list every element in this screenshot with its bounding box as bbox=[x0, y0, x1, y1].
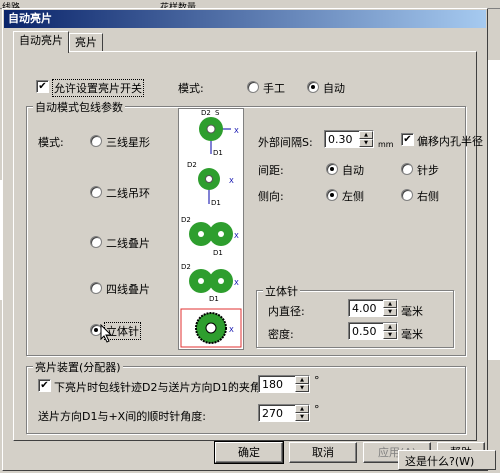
preview-d2-label-3: D2 bbox=[181, 216, 191, 224]
auto-sequin-dialog: 自动亮片 自动亮片 亮片 ✔ 允许设置亮片开关 模式: 手工 自动 自动模式包线… bbox=[2, 8, 488, 471]
outer-spacing-unit: mm bbox=[378, 140, 394, 149]
preview-d1-label-4: D1 bbox=[209, 295, 219, 303]
preview-s-label: S bbox=[215, 109, 220, 117]
inner-diameter-spinbox[interactable]: 4.00 ▲ ▼ bbox=[348, 299, 398, 317]
spin-down-icon[interactable]: ▼ bbox=[383, 308, 397, 316]
preview-x-label-3: X bbox=[234, 232, 239, 240]
preview-x-label-5: X bbox=[229, 326, 234, 334]
gap-auto-label: 自动 bbox=[342, 164, 364, 177]
shape-two-line-stack-label: 二线叠片 bbox=[106, 237, 150, 250]
spin-up-icon[interactable]: ▲ bbox=[295, 376, 309, 384]
angle-d1-x-spinbox[interactable]: 270 ▲ ▼ bbox=[258, 404, 310, 422]
density-label: 密度: bbox=[268, 328, 294, 341]
spin-up-icon[interactable]: ▲ bbox=[359, 131, 373, 139]
preview-two-line-ring: D2 D1 X bbox=[187, 161, 234, 207]
background-pane bbox=[488, 60, 500, 360]
spin-up-icon[interactable]: ▲ bbox=[383, 323, 397, 331]
angle-d2-d1-label: 下亮片时包线针迹D2与送片方向D1的夹角: bbox=[54, 381, 265, 394]
angle-d2-d1-unit: ° bbox=[314, 374, 320, 387]
preview-x-label-4: X bbox=[234, 279, 239, 287]
enable-sequin-label: 允许设置亮片开关 bbox=[52, 79, 144, 97]
preview-x-label-2: X bbox=[229, 177, 234, 185]
spin-up-icon[interactable]: ▲ bbox=[383, 300, 397, 308]
outer-spacing-label: 外部间隔S: bbox=[258, 136, 313, 149]
shape-two-line-ring-label: 二线吊环 bbox=[106, 187, 150, 200]
preview-two-line-stack: D2 D1 X bbox=[181, 216, 239, 257]
preview-d1-label-3: D1 bbox=[213, 249, 223, 257]
angle-d1-x-label: 送片方向D1与+X间的顺时针角度: bbox=[38, 410, 206, 423]
side-left-label: 左侧 bbox=[342, 190, 364, 203]
angle-d2-d1-spinbox[interactable]: 180 ▲ ▼ bbox=[258, 375, 310, 393]
density-unit: 毫米 bbox=[401, 328, 423, 341]
spin-up-icon[interactable]: ▲ bbox=[295, 405, 309, 413]
shape-four-line-stack-label: 四线叠片 bbox=[106, 283, 150, 296]
side-label: 侧向: bbox=[258, 190, 284, 203]
tab-page-auto-sequin: ✔ 允许设置亮片开关 模式: 手工 自动 自动模式包线参数 模式: 三线星形 二… bbox=[13, 51, 483, 441]
spin-down-icon[interactable]: ▼ bbox=[295, 384, 309, 392]
gap-step-label: 针步 bbox=[417, 164, 439, 177]
shape-label: 模式: bbox=[38, 136, 64, 149]
mode-auto-radio[interactable] bbox=[307, 81, 319, 93]
preview-d1-label: D1 bbox=[213, 149, 223, 157]
preview-d2-label-2: D2 bbox=[187, 161, 197, 169]
side-right-label: 右侧 bbox=[417, 190, 439, 203]
tab-sequin[interactable]: 亮片 bbox=[69, 33, 103, 52]
shape-two-line-stack-radio[interactable] bbox=[90, 236, 102, 248]
enable-sequin-checkbox[interactable]: ✔ bbox=[36, 80, 49, 93]
stereo-stitch-group-title: 立体针 bbox=[263, 283, 300, 299]
cancel-button[interactable]: 取消 bbox=[289, 442, 357, 463]
gap-auto-radio[interactable] bbox=[326, 163, 338, 175]
spin-down-icon[interactable]: ▼ bbox=[383, 331, 397, 339]
ok-button[interactable]: 确定 bbox=[214, 441, 284, 464]
angle-d1-x-value: 270 bbox=[262, 407, 283, 420]
preview-four-line-stack: D2 D1 X bbox=[181, 263, 239, 303]
side-left-radio[interactable] bbox=[326, 189, 338, 201]
preview-d2-label: D2 bbox=[201, 109, 211, 117]
preview-x-label: X bbox=[234, 127, 239, 135]
shape-four-line-stack-radio[interactable] bbox=[90, 282, 102, 294]
density-spinbox[interactable]: 0.50 ▲ ▼ bbox=[348, 322, 398, 340]
outer-spacing-spinbox[interactable]: 0.30 ▲ ▼ bbox=[324, 130, 374, 148]
tab-auto-sequin[interactable]: 自动亮片 bbox=[13, 31, 69, 53]
density-value: 0.50 bbox=[352, 325, 377, 338]
mode-auto-label: 自动 bbox=[323, 82, 345, 95]
spin-down-icon[interactable]: ▼ bbox=[359, 139, 373, 147]
shape-three-line-star-radio[interactable] bbox=[90, 135, 102, 147]
side-right-radio[interactable] bbox=[401, 189, 413, 201]
offset-inner-radius-label: 偏移内孔半径 bbox=[417, 135, 483, 148]
sequin-device-group-title: 亮片装置(分配器) bbox=[33, 359, 123, 375]
shape-three-line-star-label: 三线星形 bbox=[106, 136, 150, 149]
dialog-title: 自动亮片 bbox=[4, 10, 486, 28]
shape-preview-panel: D2 S X D1 D2 D1 X D2 D1 X D2 D1 X X bbox=[178, 108, 244, 350]
gap-label: 间距: bbox=[258, 164, 284, 177]
inner-diameter-unit: 毫米 bbox=[401, 305, 423, 318]
outer-spacing-value: 0.30 bbox=[328, 133, 353, 146]
auto-mode-group-title: 自动模式包线参数 bbox=[33, 99, 125, 115]
inner-diameter-label: 内直径: bbox=[268, 305, 305, 318]
shape-preview-illustration: D2 S X D1 D2 D1 X D2 D1 X D2 D1 X X bbox=[180, 109, 242, 348]
angle-d2-d1-checkbox[interactable]: ✔ bbox=[38, 379, 51, 392]
preview-three-line-star: D2 S X D1 bbox=[199, 109, 239, 157]
gap-step-radio[interactable] bbox=[401, 163, 413, 175]
inner-diameter-value: 4.00 bbox=[352, 302, 377, 315]
angle-d1-x-unit: ° bbox=[314, 403, 320, 416]
whats-this-menu-item[interactable]: 这是什么?(W) bbox=[398, 450, 496, 470]
mode-manual-label: 手工 bbox=[263, 82, 285, 95]
angle-d2-d1-value: 180 bbox=[262, 378, 283, 391]
preview-d1-label-2: D1 bbox=[211, 199, 221, 207]
shape-two-line-ring-radio[interactable] bbox=[90, 186, 102, 198]
mode-manual-radio[interactable] bbox=[247, 81, 259, 93]
preview-stereo-stitch: X bbox=[180, 308, 242, 348]
spin-down-icon[interactable]: ▼ bbox=[295, 413, 309, 421]
preview-d2-label-4: D2 bbox=[181, 263, 191, 271]
offset-inner-radius-checkbox[interactable]: ✔ bbox=[401, 133, 414, 146]
mode-label: 模式: bbox=[178, 82, 204, 95]
mouse-cursor-icon bbox=[100, 324, 113, 343]
